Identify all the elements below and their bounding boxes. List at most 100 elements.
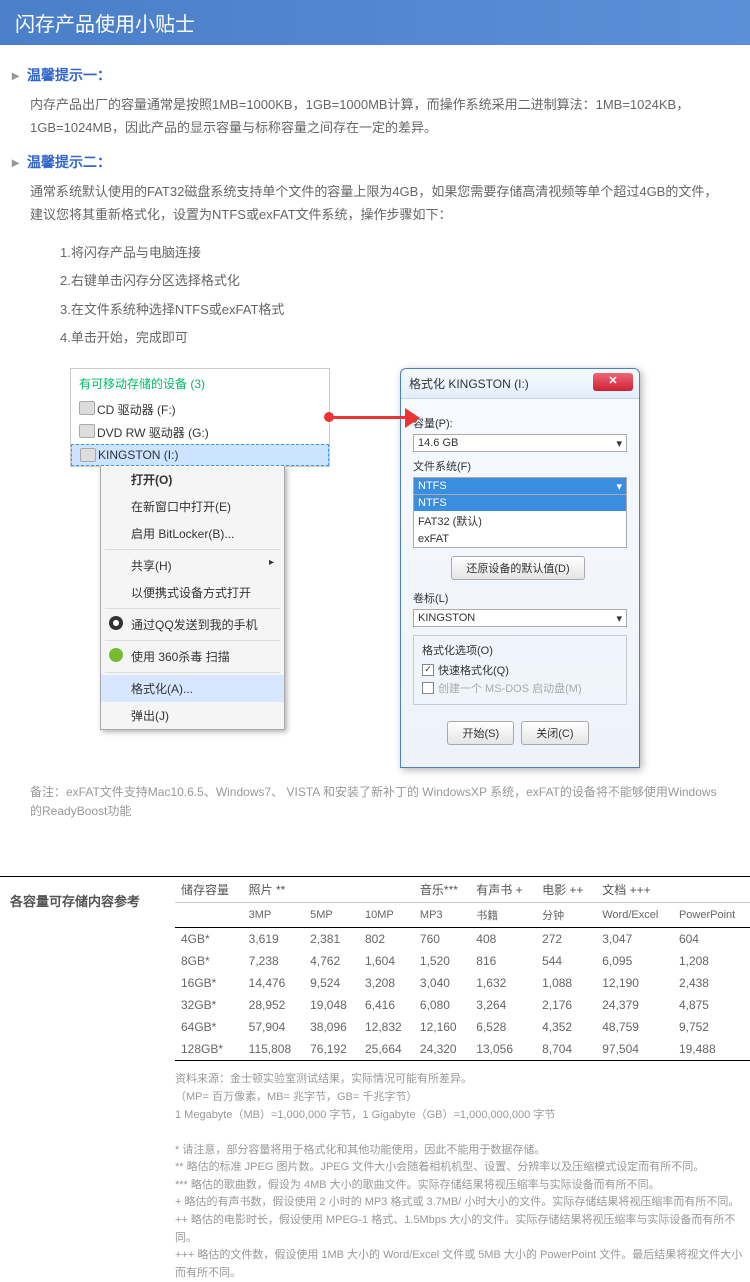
menu-separator (105, 672, 280, 673)
table-cell: 544 (536, 950, 596, 972)
table-cell: 272 (536, 928, 596, 951)
table-cell: 4,352 (536, 1016, 596, 1038)
menu-bitlocker[interactable]: 启用 BitLocker(B)... (101, 520, 284, 547)
menu-separator (105, 640, 280, 641)
table-cell: 1,208 (673, 950, 750, 972)
menu-qq[interactable]: 通过QQ发送到我的手机 (101, 611, 284, 638)
table-cell: 38,096 (304, 1016, 359, 1038)
table-cell: 1,520 (414, 950, 470, 972)
tip2-title: 温馨提示二： (30, 152, 720, 172)
table-cell: 12,190 (596, 972, 673, 994)
menu-eject[interactable]: 弹出(J) (101, 702, 284, 729)
table-group-header: 照片 ** (243, 877, 414, 903)
close-dialog-button[interactable]: 关闭(C) (521, 721, 588, 745)
table-sub-header: 10MP (359, 903, 414, 928)
menu-open[interactable]: 打开(O) (101, 466, 284, 493)
format-options-group: 格式化选项(O) ✓快速格式化(Q) 创建一个 MS-DOS 启动盘(M) (413, 635, 627, 705)
table-cell: 802 (359, 928, 414, 951)
table-cell: 2,176 (536, 994, 596, 1016)
table-footnotes: 资料来源：金士顿实验室测试结果，实际情况可能有所差异。（MP= 百万像素，MB=… (0, 1061, 750, 1282)
table-cell: 6,416 (359, 994, 414, 1016)
restore-defaults-button[interactable]: 还原设备的默认值(D) (451, 556, 584, 580)
table-cell: 28,952 (243, 994, 304, 1016)
table-cell: 9,752 (673, 1016, 750, 1038)
menu-share[interactable]: 共享(H) (101, 552, 284, 579)
arrow-icon (330, 408, 420, 428)
tip1-body: 内存产品出厂的容量通常是按照1MB=1000KB，1GB=1000MB计算，而操… (30, 93, 720, 140)
close-button[interactable]: ✕ (593, 373, 633, 391)
table-cell: 408 (470, 928, 536, 951)
drive-dvd[interactable]: DVD RW 驱动器 (G:) (71, 421, 329, 444)
menu-separator (105, 549, 280, 550)
fs-option-exfat[interactable]: exFAT (414, 531, 626, 547)
table-cell: 3,619 (243, 928, 304, 951)
table-cell: 24,379 (596, 994, 673, 1016)
table-cell: 9,524 (304, 972, 359, 994)
footnote-line: （MP= 百万像素，MB= 兆字节，GB= 千兆字节） (175, 1089, 750, 1107)
capacity-select[interactable]: 14.6 GB (413, 434, 627, 452)
table-sub-header (175, 903, 243, 928)
table-cell: 2,381 (304, 928, 359, 951)
menu-format[interactable]: 格式化(A)... (101, 675, 284, 702)
fs-option-ntfs[interactable]: NTFS (414, 495, 626, 511)
table-cell: 16GB* (175, 972, 243, 994)
shield-icon (109, 648, 123, 662)
checkbox-icon (422, 682, 434, 694)
table-cell: 2,438 (673, 972, 750, 994)
volume-label-input[interactable]: KINGSTON (413, 609, 627, 627)
steps-list: 1.将闪存产品与电脑连接 2.右键单击闪存分区选择格式化 3.在文件系统种选择N… (60, 239, 720, 353)
table-cell: 1,632 (470, 972, 536, 994)
qq-icon (109, 616, 123, 630)
table-cell: 6,528 (470, 1016, 536, 1038)
table-cell: 48,759 (596, 1016, 673, 1038)
table-row: 8GB*7,2384,7621,6041,5208165446,0951,208 (175, 950, 750, 972)
quick-format-checkbox[interactable]: ✓快速格式化(Q) (422, 662, 618, 678)
table-group-header: 电影 ++ (536, 877, 596, 903)
fs-select[interactable]: NTFS (413, 477, 627, 495)
table-cell: 3,208 (359, 972, 414, 994)
table-cell: 64GB* (175, 1016, 243, 1038)
menu-portable[interactable]: 以便携式设备方式打开 (101, 579, 284, 606)
table-cell: 8,704 (536, 1038, 596, 1061)
step-1: 1.将闪存产品与电脑连接 (60, 239, 720, 268)
table-cell: 12,832 (359, 1016, 414, 1038)
removable-devices-label: 有可移动存储的设备 (3) (71, 369, 329, 398)
footnote-line: 1 Megabyte（MB）=1,000,000 字节，1 Gigabyte（G… (175, 1107, 750, 1125)
table-cell: 128GB* (175, 1038, 243, 1061)
footnote-line: ** 略估的标准 JPEG 图片数。JPEG 文件大小会随着相机机型、设置、分辨… (175, 1159, 750, 1177)
table-cell: 3,264 (470, 994, 536, 1016)
table-sub-header: MP3 (414, 903, 470, 928)
table-group-header: 储存容量 (175, 877, 243, 903)
table-row: 128GB*115,80876,19225,66424,32013,0568,7… (175, 1038, 750, 1061)
drive-kingston[interactable]: KINGSTON (I:) (71, 444, 329, 466)
explorer-screenshot: 有可移动存储的设备 (3) CD 驱动器 (F:) DVD RW 驱动器 (G:… (30, 368, 330, 730)
table-sub-header: 5MP (304, 903, 359, 928)
table-cell: 4,875 (673, 994, 750, 1016)
context-menu: 打开(O) 在新窗口中打开(E) 启用 BitLocker(B)... 共享(H… (100, 465, 285, 730)
table-cell: 76,192 (304, 1038, 359, 1061)
table-cell: 760 (414, 928, 470, 951)
table-cell: 6,080 (414, 994, 470, 1016)
table-cell: 12,160 (414, 1016, 470, 1038)
table-cell: 816 (470, 950, 536, 972)
step-3: 3.在文件系统种选择NTFS或exFAT格式 (60, 296, 720, 325)
menu-360[interactable]: 使用 360杀毒 扫描 (101, 643, 284, 670)
content-body: 温馨提示一： 内存产品出厂的容量通常是按照1MB=1000KB，1GB=1000… (0, 45, 750, 856)
start-button[interactable]: 开始(S) (447, 721, 514, 745)
format-options-label: 格式化选项(O) (422, 642, 618, 658)
fs-option-fat32[interactable]: FAT32 (默认) (414, 511, 626, 531)
table-sub-header: Word/Excel (596, 903, 673, 928)
table-group-header: 文档 +++ (596, 877, 750, 903)
capacity-table: 储存容量照片 **音乐***有声书 +电影 ++文档 +++ 3MP5MP10M… (175, 876, 750, 1061)
step-2: 2.右键单击闪存分区选择格式化 (60, 267, 720, 296)
msdos-checkbox[interactable]: 创建一个 MS-DOS 启动盘(M) (422, 680, 618, 696)
table-cell: 97,504 (596, 1038, 673, 1061)
table-row: 16GB*14,4769,5243,2083,0401,6321,08812,1… (175, 972, 750, 994)
menu-new-window[interactable]: 在新窗口中打开(E) (101, 493, 284, 520)
table-cell: 19,048 (304, 994, 359, 1016)
table-sub-header: 书籍 (470, 903, 536, 928)
footnote-line: 资料来源：金士顿实验室测试结果，实际情况可能有所差异。 (175, 1071, 750, 1089)
table-cell: 115,808 (243, 1038, 304, 1061)
drive-cd[interactable]: CD 驱动器 (F:) (71, 398, 329, 421)
table-cell: 1,604 (359, 950, 414, 972)
